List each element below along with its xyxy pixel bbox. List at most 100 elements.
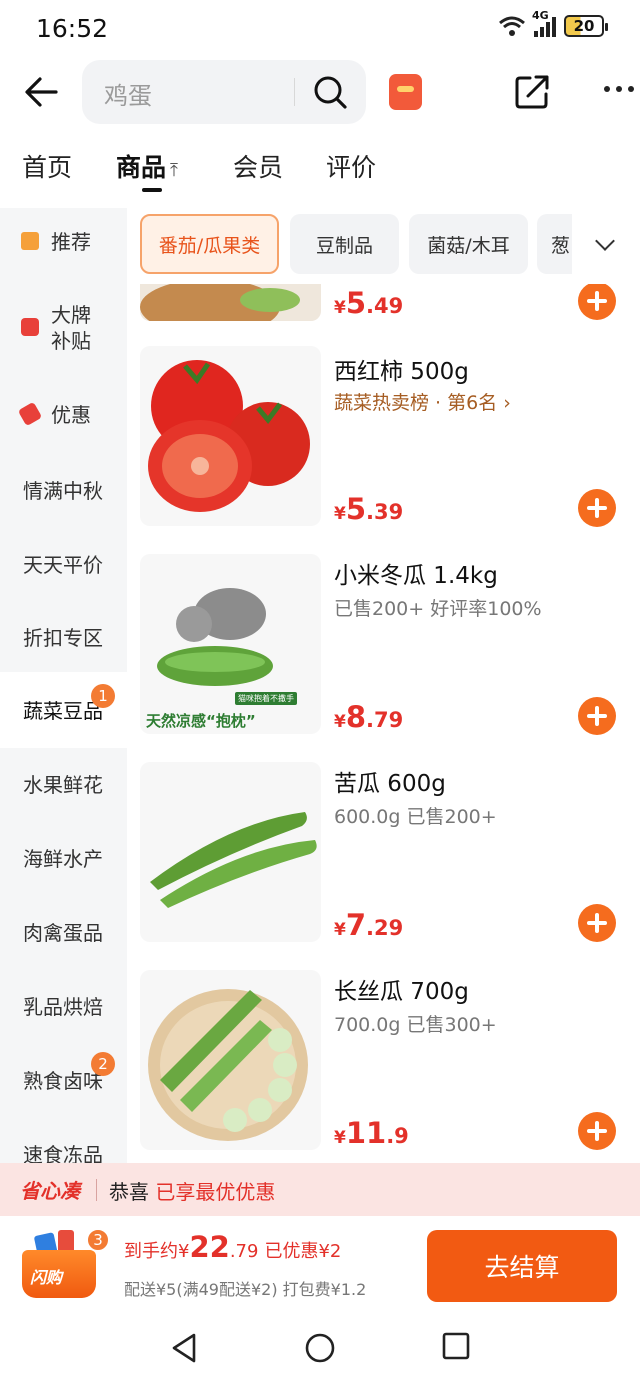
add-to-cart-button[interactable] — [578, 284, 616, 320]
tab-home[interactable]: 首页 — [22, 148, 72, 184]
sidebar-item-label: 速食冻品 — [23, 1143, 103, 1163]
total-price: 到手约¥22.79 已优惠¥2 — [124, 1230, 341, 1264]
sidebar-item-mid-autumn[interactable]: 情满中秋 — [0, 454, 127, 528]
subsidy-icon — [21, 318, 39, 336]
chip-label: 葱 — [551, 234, 571, 257]
product-card[interactable]: ¥5.49 — [127, 284, 640, 322]
product-price: ¥11.9 — [334, 1116, 409, 1150]
price-decimal: .29 — [366, 916, 404, 940]
product-sales: 600.0g 已售200+ — [334, 806, 497, 828]
status-bar: 16:52 4G 20 — [0, 0, 640, 60]
chevron-down-icon — [595, 231, 615, 251]
price-integer: 8 — [345, 700, 367, 734]
sidebar-item-brand-subsidy[interactable]: 大牌补贴 — [0, 278, 127, 374]
nav-back-icon[interactable] — [170, 1332, 198, 1364]
nav-home-icon[interactable] — [304, 1332, 336, 1364]
promo-banner[interactable]: 省心凑 恭喜 已享最优优惠 — [0, 1163, 640, 1216]
total-label: 到手约¥ — [124, 1241, 190, 1262]
sidebar-item-badge: 2 — [91, 1052, 115, 1076]
sidebar-item-label: 天天平价 — [23, 553, 103, 577]
more-icon[interactable] — [604, 86, 638, 96]
sidebar-item-label: 水果鲜花 — [23, 773, 103, 797]
product-name: 小米冬瓜 1.4kg — [334, 563, 498, 589]
tab-members[interactable]: 会员 — [233, 148, 283, 184]
chip-tomato-melon[interactable]: 番茄/瓜果类 — [140, 214, 279, 274]
subcategory-chips: 番茄/瓜果类 豆制品 菌菇/木耳 葱 — [127, 208, 640, 284]
price-decimal: .79 — [366, 708, 404, 732]
price-currency: ¥ — [334, 504, 346, 524]
bitter-melon-photo-icon — [150, 812, 317, 908]
checkout-bar: 闪购 3 到手约¥22.79 已优惠¥2 配送¥5(满49配送¥2) 打包费¥1.… — [0, 1216, 640, 1312]
sidebar-item-meat-eggs[interactable]: 肉禽蛋品 — [0, 896, 127, 970]
sidebar-item-label: 推荐 — [51, 230, 91, 254]
sidebar-item-frozen[interactable]: 速食冻品 — [0, 1118, 127, 1163]
search-input[interactable]: 鸡蛋 — [82, 60, 366, 124]
expand-chips-button[interactable] — [572, 208, 640, 284]
product-image — [140, 762, 321, 942]
nav-recents-icon[interactable] — [442, 1332, 470, 1360]
winter-melon-photo-icon — [157, 588, 273, 686]
status-time: 16:52 — [36, 14, 109, 43]
product-sales: 已售200+ 好评率100% — [334, 598, 542, 620]
promo-highlight: 已享最优优惠 — [155, 1180, 276, 1204]
price-currency: ¥ — [334, 712, 346, 732]
chip-mushroom[interactable]: 菌菇/木耳 — [409, 214, 528, 274]
product-card[interactable]: 苦瓜 600g 600.0g 已售200+ ¥7.29 — [127, 762, 640, 952]
sidebar-item-label: 大牌补贴 — [51, 303, 91, 353]
product-card[interactable]: 猫咪抱着不撒手 天然凉感“抱枕” 小米冬瓜 1.4kg 已售200+ 好评率10… — [127, 554, 640, 744]
sidebar-item-daily-value[interactable]: 天天平价 — [0, 528, 127, 602]
search-divider — [294, 78, 295, 106]
discount-text: 已优惠¥2 — [264, 1241, 342, 1262]
product-price: ¥5.39 — [334, 492, 403, 526]
add-to-cart-button[interactable] — [578, 1112, 616, 1150]
store-tabs: 首页 商品 ⤒ 会员 评价 — [0, 148, 640, 198]
sidebar-item-fruits-flowers[interactable]: 水果鲜花 — [0, 748, 127, 822]
chip-tofu[interactable]: 豆制品 — [290, 214, 399, 274]
sidebar-item-seafood[interactable]: 海鲜水产 — [0, 822, 127, 896]
chip-label: 豆制品 — [315, 234, 373, 257]
product-name: 西红柿 500g — [334, 359, 469, 385]
product-price: ¥7.29 — [334, 908, 403, 942]
product-list: ¥5.49 西红柿 500g 蔬菜热卖榜 · 第6名 › ¥5.39 猫咪抱着不… — [127, 284, 640, 1163]
wifi-icon — [499, 16, 525, 36]
sidebar-item-dairy-bakery[interactable]: 乳品烘焙 — [0, 970, 127, 1044]
sidebar-item-vegetables[interactable]: 蔬菜豆品 1 — [0, 672, 127, 748]
sidebar-item-label: 蔬菜豆品 — [23, 699, 103, 723]
sidebar-item-label: 折扣专区 — [23, 626, 103, 650]
price-decimal: .9 — [386, 1124, 409, 1148]
price-decimal: .49 — [366, 294, 404, 318]
top-bar: 鸡蛋 — [0, 60, 640, 124]
cart-count-badge: 3 — [86, 1228, 110, 1252]
product-card[interactable]: 西红柿 500g 蔬菜热卖榜 · 第6名 › ¥5.39 — [127, 346, 640, 536]
product-price: ¥5.49 — [334, 286, 403, 320]
add-to-cart-button[interactable] — [578, 489, 616, 527]
back-arrow-icon[interactable] — [22, 74, 62, 110]
tab-reviews[interactable]: 评价 — [326, 148, 376, 184]
price-decimal: .39 — [366, 500, 404, 524]
thumbs-up-icon — [21, 232, 39, 250]
sidebar-item-recommend[interactable]: 推荐 — [0, 208, 127, 278]
price-currency: ¥ — [334, 298, 346, 318]
checkout-button[interactable]: 去结算 — [427, 1230, 617, 1302]
sidebar-item-deli[interactable]: 熟食卤味 2 — [0, 1044, 127, 1118]
coupon-icon — [17, 401, 43, 427]
product-rank-link[interactable]: 蔬菜热卖榜 · 第6名 › — [334, 388, 511, 415]
search-icon[interactable] — [312, 74, 348, 110]
price-integer: 5 — [345, 492, 367, 526]
cart-button[interactable]: 闪购 3 — [22, 1228, 110, 1300]
sidebar-item-label: 情满中秋 — [23, 479, 103, 503]
add-to-cart-button[interactable] — [578, 904, 616, 942]
product-sales: 700.0g 已售300+ — [334, 1014, 497, 1036]
promo-divider — [96, 1179, 97, 1201]
add-to-cart-button[interactable] — [578, 697, 616, 735]
chip-label: 番茄/瓜果类 — [158, 234, 261, 257]
sidebar-item-discount-zone[interactable]: 折扣专区 — [0, 602, 127, 672]
product-card[interactable]: 长丝瓜 700g 700.0g 已售300+ ¥11.9 — [127, 970, 640, 1160]
share-icon[interactable] — [514, 74, 552, 110]
sidebar-item-discounts[interactable]: 优惠 — [0, 374, 127, 454]
red-packet-icon[interactable] — [389, 74, 422, 110]
tab-products[interactable]: 商品 ⤒ — [116, 148, 178, 184]
tab-products-arrow-icon: ⤒ — [170, 160, 178, 181]
sidebar-item-label: 优惠 — [51, 403, 91, 427]
product-image: 猫咪抱着不撒手 天然凉感“抱枕” — [140, 554, 321, 734]
